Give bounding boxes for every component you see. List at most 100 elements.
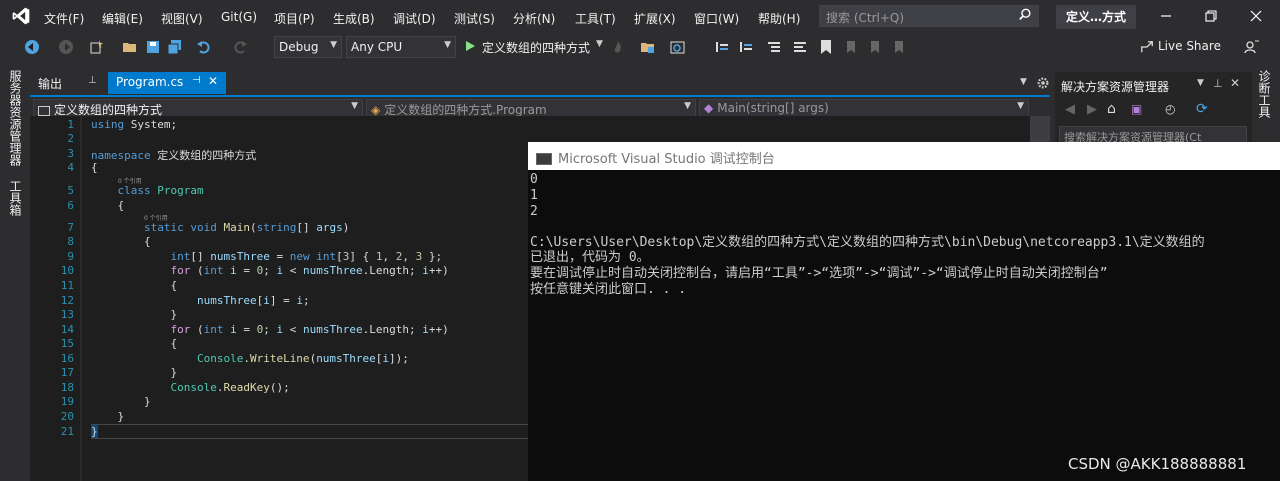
pin-icon[interactable]: ⊥ [88,75,97,86]
line-number: 13 [60,308,74,321]
pin-icon[interactable]: ⊣ [192,75,201,86]
tab-overflow-dropdown-icon[interactable]: ▼ [1020,77,1027,87]
new-project-icon[interactable] [88,39,104,55]
close-window-icon[interactable] [1246,6,1266,26]
code-line: } [91,308,178,321]
play-icon [466,41,475,51]
console-title-bar: Microsoft Visual Studio 调试控制台 [528,142,1280,170]
code-line: { [91,279,178,292]
settings-icon[interactable] [1036,76,1050,90]
code-line: { [91,199,125,212]
console-app-icon [536,152,552,165]
toolbox-tab[interactable]: 工具箱 [8,180,22,216]
menu-tools[interactable]: 工具(T) [575,10,616,27]
menu-view[interactable]: 视图(V) [161,10,203,27]
code-line: { [91,235,151,248]
save-icon[interactable] [145,39,161,55]
forward-icon[interactable] [58,39,74,55]
platform-value: Any CPU [351,40,403,54]
tab-program-label: Program.cs [116,75,184,89]
open-folder-icon[interactable] [122,39,138,55]
back-icon[interactable]: ◀ [1065,102,1075,117]
browse-folder-icon[interactable] [640,39,656,55]
menu-bar: 文件(F) 编辑(E) 视图(V) Git(G) 项目(P) 生成(B) 调试(… [0,0,1280,33]
close-tab-icon[interactable]: ✕ [208,74,218,88]
menu-file[interactable]: 文件(F) [44,10,84,27]
project-label: 定义数组的四种方式 [54,103,163,117]
code-line: numsThree[i] = i; [196,294,310,307]
line-number: 21 [60,425,74,438]
member-label: Main(string[] args) [717,101,829,115]
navigation-bar: 定义数组的四种方式 ▼ ◈ 定义数组的四种方式.Program ▼ ◆ Main(str… [30,95,1050,117]
diagnostics-tools-tab[interactable]: 诊断工具 [1257,70,1271,118]
code-line: { [91,161,98,174]
history-icon[interactable]: ◴ [1165,102,1175,116]
feedback-icon[interactable] [1244,39,1260,55]
server-explorer-tab[interactable]: 服务器资源管理器 [8,70,22,166]
search-input[interactable]: 搜索 (Ctrl+Q) [819,5,1039,27]
console-output-line: 要在调试停止时自动关闭控制台，请启用“工具”->“选项”->“调试”->“调试停… [530,266,1108,281]
line-number: 17 [60,366,74,379]
menu-build[interactable]: 生成(B) [333,10,375,27]
format-icon[interactable] [792,39,808,55]
save-all-icon[interactable] [167,39,183,55]
code-line: static void Main(string[] args) [143,221,350,234]
step-into-icon[interactable] [714,39,730,55]
line-number: 10 [60,264,74,277]
align-icon[interactable] [766,39,782,55]
refresh-icon[interactable]: ⟳ [1196,101,1208,117]
line-number: 1 [67,118,74,131]
bookmark-prev-icon[interactable] [842,39,858,55]
home-icon[interactable]: ⌂ [1107,101,1116,117]
menu-debug[interactable]: 调试(D) [393,10,436,27]
console-title: Microsoft Visual Studio 调试控制台 [558,152,775,167]
step-over-icon[interactable] [738,39,754,55]
live-share-button[interactable]: Live Share [1140,39,1221,54]
home-icon[interactable] [670,39,686,55]
tab-output[interactable]: 输出 ⊥ [30,72,106,94]
bookmark-clear-icon[interactable] [890,39,906,55]
menu-analyze[interactable]: 分析(N) [513,10,555,27]
switch-view-icon[interactable]: ▣ [1131,102,1142,116]
menu-git[interactable]: Git(G) [221,10,257,24]
class-dropdown[interactable]: ◈ 定义数组的四种方式.Program ▼ [366,99,696,117]
bookmark-icon[interactable] [818,39,834,55]
csharp-project-icon [38,105,50,116]
restore-icon[interactable] [1201,6,1221,26]
back-icon[interactable] [24,39,40,55]
start-target-label: 定义数组的四种方式 [482,41,591,55]
member-dropdown[interactable]: ◆ Main(string[] args) ▼ [699,99,1029,117]
menu-help[interactable]: 帮助(H) [758,10,800,27]
line-number: 15 [60,337,74,350]
forward-icon[interactable]: ▶ [1087,102,1097,117]
undo-icon[interactable] [196,39,212,55]
configuration-dropdown[interactable]: Debug ▼ [274,36,342,58]
menu-edit[interactable]: 编辑(E) [102,10,143,27]
pin-icon[interactable]: ⊥ [1213,77,1223,90]
code-line: } [91,425,98,438]
left-tool-rail: 服务器资源管理器 工具箱 [0,62,30,481]
project-dropdown[interactable]: 定义数组的四种方式 ▼ [33,99,363,117]
console-output-line: 2 [530,204,538,219]
chevron-down-icon: ▼ [684,101,691,111]
line-number: 16 [60,352,74,365]
code-line: using System; [91,118,178,131]
minimize-icon[interactable] [1156,6,1176,26]
menu-extensions[interactable]: 扩展(X) [634,10,676,27]
chevron-down-icon: ▼ [596,39,603,49]
visual-studio-logo-icon[interactable] [10,6,32,26]
console-output-line: 0 [530,172,538,187]
chevron-down-icon[interactable]: ▼ [1197,78,1204,88]
platform-dropdown[interactable]: Any CPU ▼ [346,36,456,58]
menu-test[interactable]: 测试(S) [454,10,495,27]
tab-program-cs[interactable]: Program.cs ⊣ ✕ [108,72,226,94]
redo-icon[interactable] [232,39,248,55]
bookmark-next-icon[interactable] [866,39,882,55]
hot-reload-icon[interactable] [610,39,626,55]
console-output-line: 已退出，代码为 0。 [530,250,650,265]
menu-project[interactable]: 项目(P) [274,10,315,27]
menu-window[interactable]: 窗口(W) [694,10,739,27]
line-number: 18 [60,381,74,394]
line-number: 7 [67,221,74,234]
close-panel-icon[interactable]: ✕ [1230,76,1240,90]
